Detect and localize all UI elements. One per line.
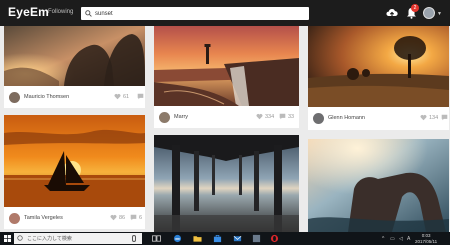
store-icon[interactable] [213,234,222,243]
heart-icon[interactable] [256,113,263,120]
mail-icon[interactable] [233,234,242,243]
task-view-icon[interactable] [152,234,161,243]
heart-icon[interactable] [114,93,121,100]
chevron-up-icon[interactable]: ^ [382,236,384,242]
comment-icon[interactable] [137,93,144,100]
app-icon[interactable] [252,234,261,243]
photo-image[interactable] [154,135,299,232]
photo-image[interactable] [154,26,299,106]
file-explorer-icon[interactable] [193,234,202,243]
photo-card[interactable] [308,139,449,232]
chevron-down-icon[interactable]: ▼ [437,11,442,17]
heart-icon[interactable] [420,114,427,121]
taskbar-search-box[interactable]: ここに入力して検索 [14,233,142,244]
like-count: 134 [429,115,439,121]
photo-meta: Tamila Vergeles 86 6 [4,207,145,229]
photo-card[interactable] [154,135,299,232]
photo-meta: Glenn Homann 134 [308,107,449,130]
photo-username[interactable]: Glenn Homann [328,115,365,121]
upload-cloud-icon[interactable] [386,7,398,19]
volume-icon[interactable]: ◁ [399,236,403,242]
microphone-icon[interactable] [132,235,136,242]
like-count: 61 [123,94,130,100]
photo-username[interactable]: Marry [174,114,188,120]
nav-following-link[interactable]: Following [48,9,73,15]
comment-count: 33 [288,114,295,120]
windows-start-icon[interactable] [4,235,11,242]
eyeem-logo[interactable]: EyeEm [8,5,49,19]
photo-image[interactable] [308,26,449,107]
user-avatar[interactable] [423,7,435,19]
opera-browser-icon[interactable] [270,234,279,243]
photo-image[interactable] [4,26,145,86]
user-avatar[interactable] [159,112,170,123]
photo-card[interactable]: Tamila Vergeles 86 6 [4,115,145,229]
comment-icon[interactable] [441,114,448,121]
user-avatar[interactable] [9,92,20,103]
photo-card[interactable]: Mauricio Thomsen 61 [4,26,145,108]
photo-image[interactable] [4,115,145,207]
edge-browser-icon[interactable] [173,234,182,243]
ime-icon[interactable]: A [407,236,410,242]
user-avatar[interactable] [313,113,324,124]
comment-icon[interactable] [279,113,286,120]
user-avatar[interactable] [9,213,20,224]
photo-meta: Marry 334 33 [154,106,299,128]
photo-card[interactable]: Marry 334 33 [154,26,299,128]
like-count: 86 [119,215,126,221]
notification-count-badge: 2 [411,4,419,12]
search-icon [85,10,92,17]
cortana-circle-icon [17,235,23,241]
search-input[interactable] [95,8,295,19]
system-clock[interactable]: 0:03 2017/05/11 [415,233,437,244]
comment-icon[interactable] [130,214,137,221]
photo-meta: Mauricio Thomsen 61 [4,86,145,108]
top-navigation-bar: EyeEm Following 2 ▼ [0,0,450,26]
network-icon[interactable]: ▭ [390,236,395,242]
search-box[interactable] [81,7,309,20]
photo-card[interactable]: Glenn Homann 134 [308,26,449,130]
like-count: 334 [265,114,275,120]
windows-taskbar: ここに入力して検索 ^ ▭ ◁ A 0:03 2017/05/11 [0,232,450,245]
photo-username[interactable]: Mauricio Thomsen [24,94,69,100]
heart-icon[interactable] [110,214,117,221]
comment-count: 6 [139,215,143,221]
photo-image[interactable] [308,139,449,232]
taskbar-search-placeholder: ここに入力して検索 [27,236,72,242]
photo-username[interactable]: Tamila Vergeles [24,215,63,221]
clock-date: 2017/05/11 [415,238,438,244]
